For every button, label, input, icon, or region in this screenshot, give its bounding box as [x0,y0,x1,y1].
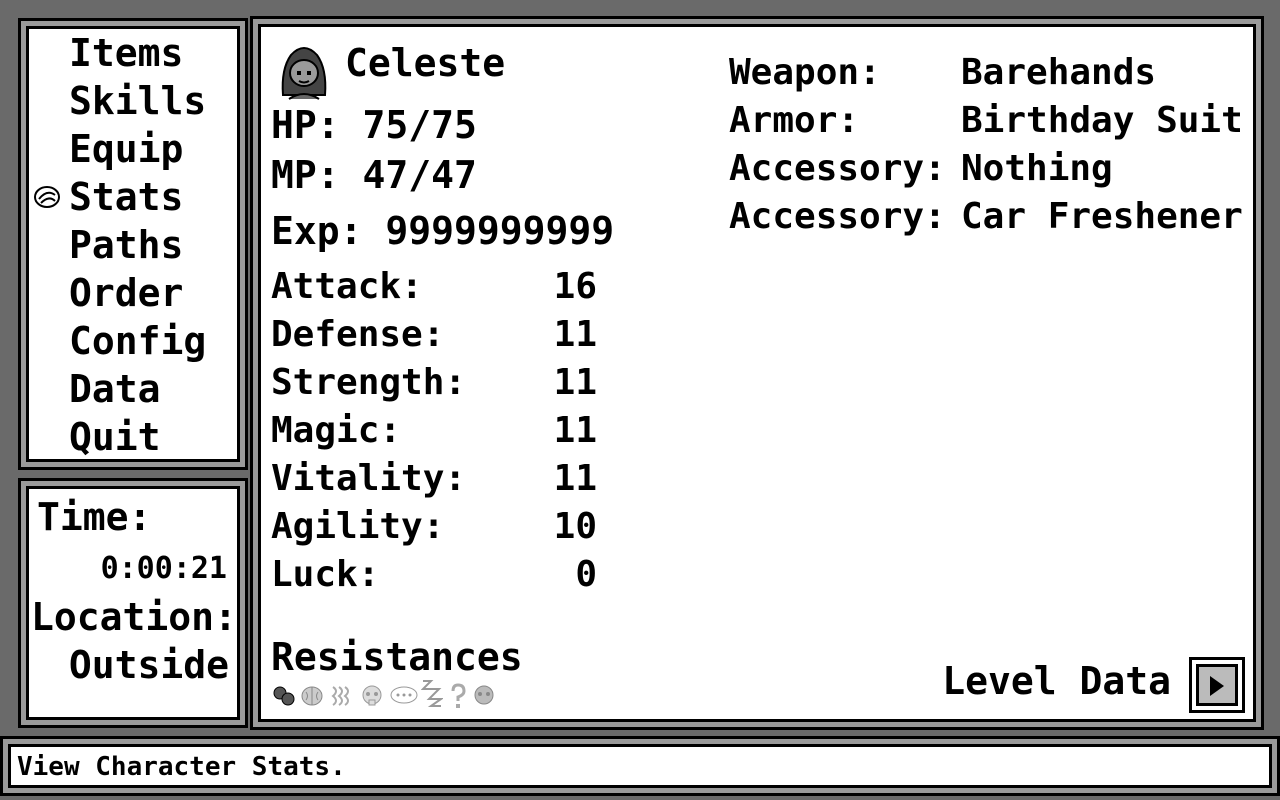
wave-icon [329,685,351,707]
stat-value-attack: 16 [553,266,597,307]
hp-text: HP: 75/75 [271,103,477,147]
menu-item-equip[interactable]: Equip [69,127,183,171]
menu-item-data[interactable]: Data [69,367,161,411]
stat-label-vitality: Vitality: [271,458,467,499]
equip-label-weapon: Weapon: [729,52,881,93]
menu-item-paths[interactable]: Paths [69,223,183,267]
stat-label-magic: Magic: [271,410,402,451]
mp-text: MP: 47/47 [271,153,477,197]
resistances-label: Resistances [271,635,523,679]
equip-value-accessory-2: Car Freshener [961,196,1243,237]
location-label: Location: [31,595,237,639]
poison-icon [273,685,295,707]
command-menu: Items Skills Equip Stats Paths Order Con… [26,26,240,462]
sleep-icon [420,677,445,707]
stat-label-strength: Strength: [271,362,467,403]
stat-value-defense: 11 [553,314,597,355]
time-value: 0:00:21 [100,551,227,586]
equip-value-accessory-1: Nothing [961,148,1113,189]
brain-icon [301,685,323,707]
menu-item-skills[interactable]: Skills [69,79,206,123]
equip-label-armor: Armor: [729,100,860,141]
stat-value-vitality: 11 [553,458,597,499]
speech-icon [389,685,419,707]
time-label: Time: [37,495,152,539]
stats-panel: Celeste HP: 75/75 MP: 47/47 Exp: 9999999… [258,24,1256,722]
stat-label-defense: Defense: [271,314,445,355]
stat-value-luck: 0 [575,554,597,595]
question-icon [447,683,469,709]
equip-label-accessory-2: Accessory: [729,196,946,237]
character-name: Celeste [345,41,506,85]
equip-value-weapon: Barehands [961,52,1157,93]
stat-value-agility: 10 [553,506,597,547]
skull-icon [361,685,383,707]
equip-value-armor: Birthday Suit [961,100,1243,141]
menu-item-stats[interactable]: Stats [69,175,183,219]
info-panel: Time: 0:00:21 Location: Outside [26,486,240,720]
exp-text: Exp: 9999999999 [271,209,615,253]
stat-label-agility: Agility: [271,506,445,547]
help-bar: View Character Stats. [8,744,1272,788]
stat-value-magic: 11 [553,410,597,451]
stat-value-strength: 11 [553,362,597,403]
help-text: View Character Stats. [17,752,346,782]
stat-label-attack: Attack: [271,266,423,307]
menu-item-quit[interactable]: Quit [69,415,161,459]
menu-item-items[interactable]: Items [69,31,183,75]
location-value: Outside [68,643,229,687]
character-portrait-icon [273,39,335,101]
equip-label-accessory-1: Accessory: [729,148,946,189]
level-data-button[interactable] [1189,657,1245,713]
skull-icon [473,685,495,707]
selection-cursor-icon [33,185,61,209]
stat-label-luck: Luck: [271,554,380,595]
level-data-label: Level Data [942,659,1171,703]
menu-item-config[interactable]: Config [69,319,206,363]
play-arrow-icon [1210,676,1224,696]
menu-item-order[interactable]: Order [69,271,183,315]
